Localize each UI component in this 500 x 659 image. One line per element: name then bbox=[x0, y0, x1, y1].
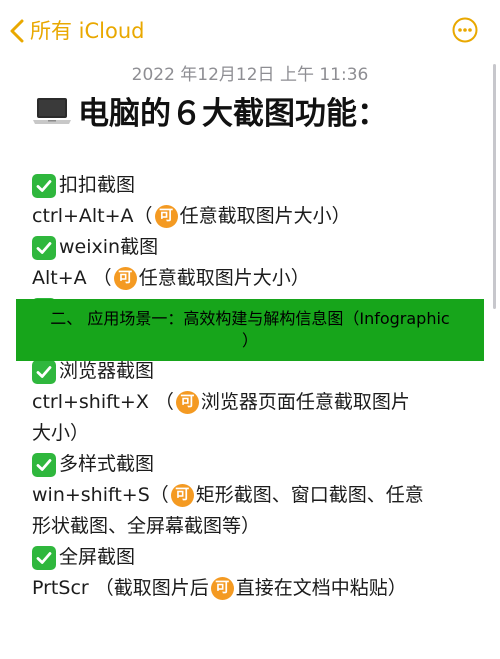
ke-badge-icon: 可 bbox=[113, 267, 137, 290]
banner-text: 二、 应用场景一：高效构建与解构信息图（Infographic bbox=[50, 309, 450, 328]
list-item-heading: 全屏截图 bbox=[32, 542, 472, 573]
note-timestamp: 2022 年12月12日 上午 11:36 bbox=[131, 65, 369, 85]
scrollbar[interactable] bbox=[493, 64, 496, 309]
check-mark-icon bbox=[32, 545, 56, 570]
check-mark-icon bbox=[32, 359, 56, 384]
title-text: 电脑的６大截图功能： bbox=[78, 96, 388, 132]
ellipsis-circle-icon bbox=[452, 17, 478, 43]
description-text-cont: 大小） bbox=[32, 422, 90, 444]
laptop-icon bbox=[32, 96, 72, 126]
heading-text: 全屏截图 bbox=[59, 546, 136, 568]
shortcut-text: ctrl+Alt+A（ bbox=[32, 205, 153, 227]
more-options-button[interactable] bbox=[452, 17, 478, 43]
description-text: 任意截取图片大小） bbox=[179, 205, 351, 227]
list-item-detail-cont: 大小） bbox=[32, 418, 472, 449]
heading-text: weixin截图 bbox=[59, 236, 159, 258]
list-item-heading: weixin截图 bbox=[32, 232, 472, 263]
heading-text: 扣扣截图 bbox=[59, 174, 136, 196]
list-item-detail-cont: 形状截图、全屏幕截图等） bbox=[32, 511, 472, 542]
note-body[interactable]: 扣扣截图 ctrl+Alt+A（ 可 任意截取图片大小） weixin截图 Al… bbox=[32, 170, 472, 604]
back-label: 所有 iCloud bbox=[30, 19, 145, 43]
list-item-detail: PrtScr （截取图片后 可 直接在文档中粘贴） bbox=[32, 573, 472, 604]
overlay-banner: 二、 应用场景一：高效构建与解构信息图（Infographic ） bbox=[16, 299, 484, 361]
ke-badge-icon: 可 bbox=[154, 205, 178, 228]
check-mark-icon bbox=[32, 452, 56, 477]
check-mark-icon bbox=[32, 173, 56, 198]
description-text: 直接在文档中粘贴） bbox=[235, 577, 407, 599]
shortcut-text: win+shift+S（ bbox=[32, 484, 169, 506]
list-item-detail: ctrl+shift+X （ 可 浏览器页面任意截取图片 bbox=[32, 387, 472, 418]
note-title[interactable]: 电脑的６大截图功能： bbox=[32, 88, 388, 133]
navbar: 所有 iCloud bbox=[0, 0, 500, 62]
list-item-detail: win+shift+S（ 可 矩形截图、窗口截图、任意 bbox=[32, 480, 472, 511]
shortcut-text: PrtScr （截取图片后 bbox=[32, 577, 209, 599]
shortcut-text: ctrl+shift+X （ bbox=[32, 391, 174, 413]
banner-text-cont: ） bbox=[241, 331, 258, 350]
list-item-detail: ctrl+Alt+A（ 可 任意截取图片大小） bbox=[32, 201, 472, 232]
ke-badge-icon: 可 bbox=[210, 577, 234, 600]
description-text: 任意截取图片大小） bbox=[138, 267, 310, 289]
ke-badge-icon: 可 bbox=[175, 391, 199, 414]
list-item-heading: 扣扣截图 bbox=[32, 170, 472, 201]
check-mark-icon bbox=[32, 235, 56, 260]
back-button[interactable]: 所有 iCloud bbox=[10, 14, 145, 48]
list-item-detail: Alt+A （ 可 任意截取图片大小） bbox=[32, 263, 472, 294]
description-text: 矩形截图、窗口截图、任意 bbox=[195, 484, 424, 506]
chevron-left-icon bbox=[10, 19, 24, 43]
shortcut-text: Alt+A （ bbox=[32, 267, 112, 289]
notes-app: 所有 iCloud 2022 年12月12日 上午 11:36 电脑的６大截图功… bbox=[0, 0, 500, 659]
description-text: 浏览器页面任意截取图片 bbox=[200, 391, 410, 413]
list-item-heading: 多样式截图 bbox=[32, 449, 472, 480]
description-text-cont: 形状截图、全屏幕截图等） bbox=[32, 515, 261, 537]
heading-text: 多样式截图 bbox=[59, 453, 155, 475]
ke-badge-icon: 可 bbox=[170, 484, 194, 507]
